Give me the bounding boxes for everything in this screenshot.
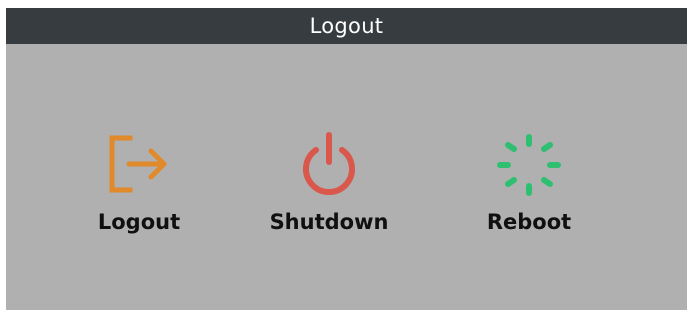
reboot-option[interactable]: Reboot <box>444 132 614 252</box>
logout-option[interactable]: Logout <box>54 132 224 252</box>
shutdown-label: Shutdown <box>269 210 389 234</box>
logout-label: Logout <box>97 210 181 234</box>
reboot-label: Reboot <box>486 210 572 234</box>
shutdown-option[interactable]: Shutdown <box>244 132 414 252</box>
dialog-title: Logout <box>6 8 687 44</box>
logout-icon <box>109 135 167 193</box>
reboot-spinner-icon <box>497 134 561 196</box>
logout-dialog: Logout Logout Shutdown Reboot <box>6 8 687 310</box>
power-icon <box>303 132 355 195</box>
